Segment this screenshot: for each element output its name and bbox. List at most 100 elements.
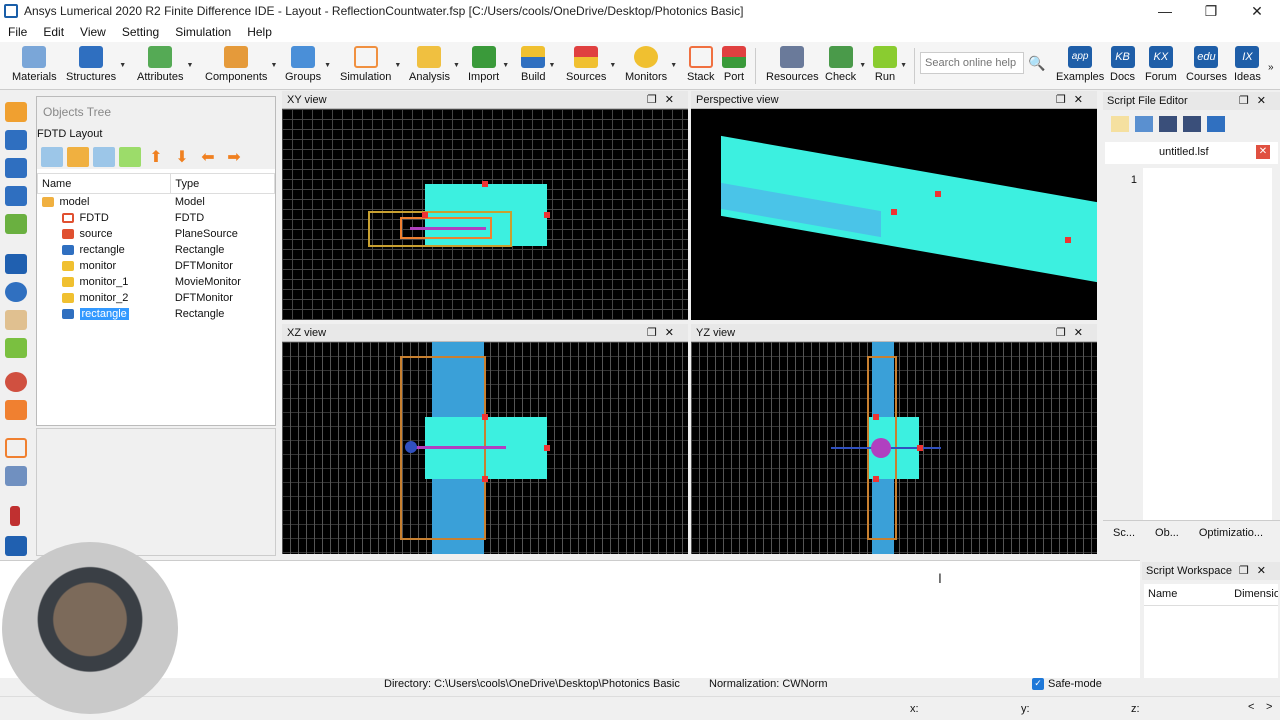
simulation-button[interactable]: Simulation ▼ — [340, 46, 401, 88]
xy-view-canvas[interactable] — [282, 109, 688, 320]
view-controls-icon[interactable]: ❐✕ — [647, 93, 682, 106]
view-controls-icon[interactable]: ❐✕ — [1056, 93, 1091, 106]
port-button[interactable]: Port — [722, 46, 746, 88]
ruler-icon[interactable] — [5, 338, 27, 358]
port-icon — [722, 46, 746, 68]
table-row[interactable]: monitor_1 MovieMonitor — [38, 274, 275, 290]
structures-button[interactable]: Structures ▼ — [66, 46, 126, 88]
run-script-icon[interactable] — [1207, 116, 1225, 132]
xz-view-canvas[interactable] — [282, 342, 688, 554]
table-row[interactable]: model Model — [38, 194, 275, 210]
view-controls-icon[interactable]: ❐✕ — [647, 326, 682, 339]
save-icon[interactable] — [1159, 116, 1177, 132]
forum-button[interactable]: KX Forum — [1145, 46, 1177, 88]
scroll-left-icon[interactable]: < — [1248, 701, 1254, 713]
tab-optimization[interactable]: Optimizatio... — [1199, 527, 1263, 539]
zoom-icon[interactable] — [5, 282, 27, 302]
run-button[interactable]: Run ▼ — [873, 46, 907, 88]
search-icon[interactable]: 🔍 — [1028, 55, 1045, 72]
add-structure-icon[interactable] — [41, 147, 63, 167]
menu-file[interactable]: File — [0, 25, 35, 39]
components-icon — [224, 46, 249, 68]
tab-script[interactable]: Sc... — [1113, 527, 1135, 539]
panel-controls-icon[interactable]: ❐✕ — [1239, 94, 1274, 107]
examples-button[interactable]: app Examples — [1056, 46, 1104, 88]
fdtd-layout-label: FDTD Layout — [37, 125, 275, 145]
array-tool-icon[interactable] — [5, 186, 27, 206]
zoom-extent-icon[interactable] — [5, 372, 27, 392]
minimize-button[interactable]: — — [1142, 0, 1188, 22]
menu-help[interactable]: Help — [239, 25, 280, 39]
import-button[interactable]: Import ▼ — [468, 46, 509, 88]
safe-mode-checkbox[interactable]: ✓ — [1032, 678, 1044, 690]
source-arrow — [406, 446, 506, 449]
move-down-icon[interactable]: ⬇ — [171, 147, 193, 167]
move-up-icon[interactable]: ⬆ — [145, 147, 167, 167]
check-button[interactable]: Check ▼ — [825, 46, 866, 88]
yz-view-canvas[interactable] — [691, 342, 1097, 554]
add-group-icon[interactable] — [67, 147, 89, 167]
close-tab-icon[interactable]: ✕ — [1256, 145, 1270, 159]
move-right-icon[interactable]: ➡ — [223, 147, 245, 167]
monitors-button[interactable]: Monitors ▼ — [625, 46, 677, 88]
menu-setting[interactable]: Setting — [114, 25, 167, 39]
close-button[interactable]: ✕ — [1234, 0, 1280, 22]
view-controls-icon[interactable]: ❐✕ — [1056, 326, 1091, 339]
x-coordinate: x: — [910, 703, 919, 715]
col-type-header[interactable]: Type — [170, 173, 275, 194]
perspective-view-canvas[interactable] — [691, 109, 1097, 320]
attributes-button[interactable]: Attributes ▼ — [137, 46, 193, 88]
open-file-icon[interactable] — [1135, 116, 1153, 132]
menu-simulation[interactable]: Simulation — [167, 25, 239, 39]
maximize-button[interactable]: ❐ — [1188, 0, 1234, 22]
script-tab[interactable]: untitled.lsf ✕ — [1105, 142, 1278, 164]
tree-view-icon[interactable] — [93, 147, 115, 167]
table-row[interactable]: monitor_2 DFTMonitor — [38, 290, 275, 306]
delete-icon[interactable] — [5, 214, 27, 234]
triangle-tool-icon[interactable] — [5, 158, 27, 178]
menu-view[interactable]: View — [72, 25, 114, 39]
docs-icon: KB — [1110, 46, 1135, 68]
docs-button[interactable]: KB Docs — [1110, 46, 1135, 88]
workspace-col-dimension[interactable]: Dimensio — [1234, 588, 1278, 605]
workspace-col-name[interactable]: Name — [1144, 588, 1234, 605]
pan-hand-icon[interactable] — [5, 310, 27, 330]
layers-icon[interactable] — [5, 536, 27, 556]
table-row[interactable]: rectangle Rectangle — [38, 306, 275, 322]
source-marker — [871, 438, 891, 458]
tab-objects[interactable]: Ob... — [1155, 527, 1179, 539]
table-row[interactable]: FDTD FDTD — [38, 210, 275, 226]
col-name-header[interactable]: Name — [36, 173, 172, 194]
layout-grid-icon[interactable] — [5, 438, 27, 458]
build-button[interactable]: Build ▼ — [521, 46, 555, 88]
toolbar-overflow-icon[interactable]: » — [1268, 62, 1274, 73]
menu-edit[interactable]: Edit — [35, 25, 72, 39]
new-file-icon[interactable] — [1111, 116, 1129, 132]
calculator-icon[interactable] — [5, 466, 27, 486]
materials-button[interactable]: Materials — [12, 46, 57, 88]
grid-tool-icon[interactable] — [5, 400, 27, 420]
panel-controls-icon[interactable]: ❐✕ — [1239, 564, 1274, 577]
groups-button[interactable]: Groups ▼ — [285, 46, 331, 88]
resources-button[interactable]: Resources — [766, 46, 819, 88]
courses-button[interactable]: edu Courses — [1186, 46, 1227, 88]
table-row[interactable]: monitor DFTMonitor — [38, 258, 275, 274]
expand-all-icon[interactable] — [119, 147, 141, 167]
select-arrow-icon[interactable] — [5, 254, 27, 274]
edit-icon[interactable] — [5, 102, 27, 122]
table-row[interactable]: rectangle Rectangle — [38, 242, 275, 258]
bar-tool-icon[interactable] — [10, 506, 20, 526]
save-as-icon[interactable] — [1183, 116, 1201, 132]
structure-tool-icon[interactable] — [5, 130, 27, 150]
components-button[interactable]: Components ▼ — [205, 46, 277, 88]
scroll-right-icon[interactable]: > — [1266, 701, 1272, 713]
search-input[interactable] — [920, 52, 1024, 74]
analysis-button[interactable]: Analysis ▼ — [409, 46, 460, 88]
sources-button[interactable]: Sources ▼ — [566, 46, 616, 88]
stack-button[interactable]: Stack — [687, 46, 715, 88]
table-row[interactable]: source PlaneSource — [38, 226, 275, 242]
move-left-icon[interactable]: ⬅ — [197, 147, 219, 167]
line-number: 1 — [1130, 174, 1137, 186]
ideas-button[interactable]: IX Ideas — [1234, 46, 1261, 88]
script-text-area[interactable] — [1143, 168, 1272, 520]
